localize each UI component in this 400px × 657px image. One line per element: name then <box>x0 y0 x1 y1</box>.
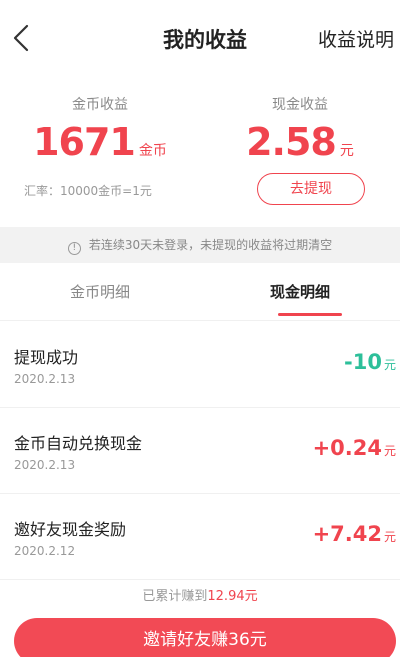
info-icon: ! <box>67 242 81 255</box>
cash-earnings-label: 现金收益 <box>272 97 328 113</box>
detail-tabs: 金币明细 现金明细 <box>0 263 400 321</box>
record-amount-value: +0.24 <box>312 436 382 460</box>
cash-earnings-value: 2.58 元 <box>200 120 400 164</box>
cash-record-list: 提现成功 2020.2.13 -10 元 金币自动兑换现金 2020.2.13 +… <box>0 322 400 580</box>
record-amount-unit: 元 <box>383 530 396 544</box>
record-title: 金币自动兑换现金 <box>14 434 143 453</box>
expiry-notice: ! 若连续30天未登录，未提现的收益将过期清空 <box>0 227 400 263</box>
record-amount-value: -10 <box>344 350 382 374</box>
notice-text: 若连续30天未登录，未提现的收益将过期清空 <box>88 238 333 252</box>
total-earned-amount: 12.94元 <box>207 589 258 604</box>
record-amount: +7.42 元 <box>313 522 396 546</box>
nav-bar: 我的收益 收益说明 <box>0 0 400 78</box>
tab-coin-details[interactable]: 金币明细 <box>0 263 200 321</box>
cash-unit: 元 <box>339 143 354 159</box>
invite-friends-button[interactable]: 邀请好友赚36元 <box>14 618 396 657</box>
record-amount: -10 元 <box>344 350 396 374</box>
record-title: 邀好友现金奖励 <box>14 520 127 539</box>
list-item: 提现成功 2020.2.13 -10 元 <box>0 322 400 408</box>
record-amount-unit: 元 <box>383 358 396 372</box>
record-amount-unit: 元 <box>383 444 396 458</box>
coin-amount: 1671 <box>33 120 136 164</box>
coin-unit: 金币 <box>138 143 167 159</box>
earnings-summary: 金币收益 1671 金币 汇率：10000金币=1元 现金收益 2.58 元 去提现 <box>0 78 400 226</box>
active-tab-indicator <box>278 313 342 316</box>
coin-earnings-label: 金币收益 <box>72 97 128 113</box>
record-amount: +0.24 元 <box>313 436 396 460</box>
list-item: 金币自动兑换现金 2020.2.13 +0.24 元 <box>0 408 400 494</box>
record-amount-value: +7.42 <box>312 522 382 546</box>
total-earned: 已累计赚到12.94元 <box>0 585 400 604</box>
coin-earnings-value: 1671 金币 <box>0 120 200 164</box>
total-earned-prefix: 已累计赚到 <box>142 589 208 604</box>
withdraw-button[interactable]: 去提现 <box>257 173 365 205</box>
record-date: 2020.2.13 <box>14 458 76 472</box>
list-item: 邀好友现金奖励 2020.2.12 +7.42 元 <box>0 494 400 580</box>
cash-amount: 2.58 <box>246 120 337 164</box>
record-date: 2020.2.13 <box>14 372 76 386</box>
earnings-explanation-link[interactable]: 收益说明 <box>318 25 394 52</box>
record-title: 提现成功 <box>14 348 79 367</box>
exchange-rate: 汇率：10000金币=1元 <box>24 184 152 198</box>
record-date: 2020.2.12 <box>14 544 76 558</box>
